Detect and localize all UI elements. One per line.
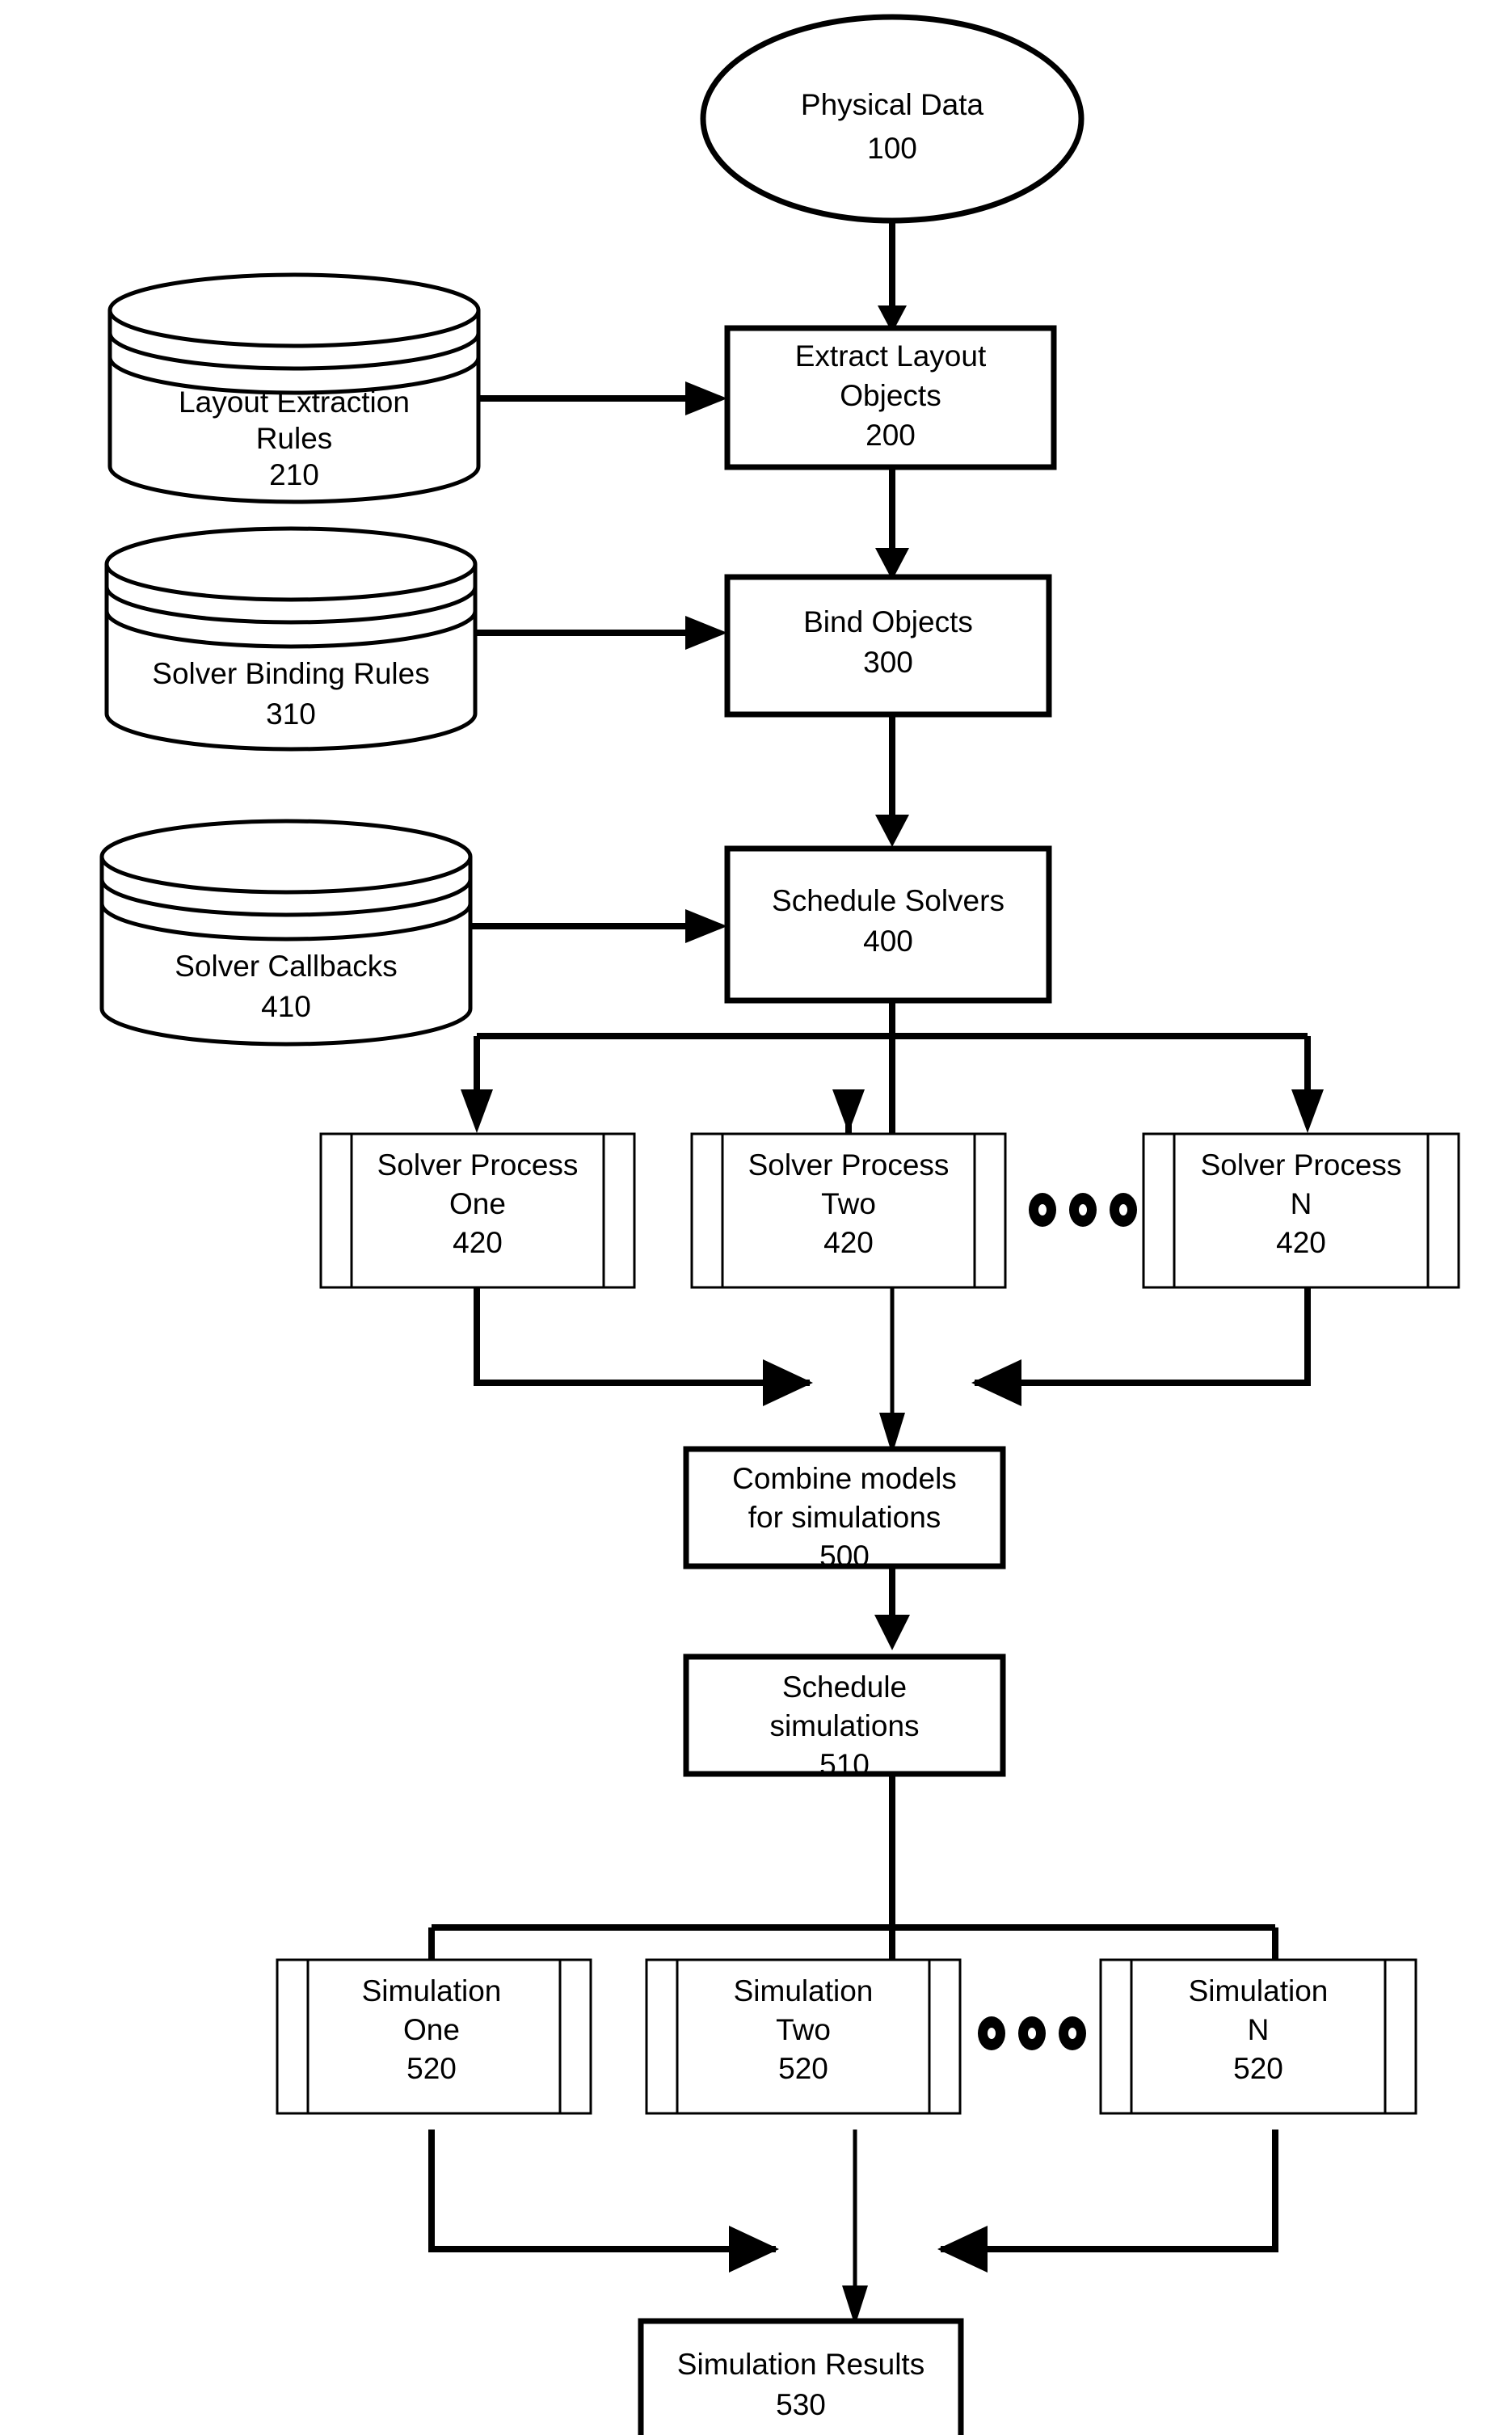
combine-models-label-line2: for simulations	[748, 1501, 941, 1534]
node-solver-binding-rules[interactable]: Solver Binding Rules 310	[104, 526, 478, 752]
edge-callbacks-to-schedule-solvers	[470, 909, 727, 943]
edge-combine-to-schedule-sims	[874, 1566, 910, 1650]
physical-data-label-line2: 100	[867, 132, 917, 165]
node-solver-process-one[interactable]: Solver Process One 420	[319, 1132, 636, 1289]
node-solver-process-two[interactable]: Solver Process Two 420	[690, 1132, 1007, 1289]
bind-objects-label-line2: 300	[863, 646, 913, 679]
simulation-n-label-line2: N	[1248, 2013, 1270, 2046]
node-physical-data[interactable]: Physical Data 100	[700, 14, 1085, 224]
node-solver-process-n[interactable]: Solver Process N 420	[1142, 1132, 1460, 1289]
solver-process-two-label-line3: 420	[823, 1226, 874, 1259]
schedule-solvers-label-line2: 400	[863, 925, 913, 958]
simulation-n-label-line1: Simulation	[1189, 1974, 1329, 2007]
binding-rules-label-line1: Solver Binding Rules	[152, 657, 429, 690]
callbacks-label-line2: 410	[261, 990, 311, 1023]
solver-process-n-label-line3: 420	[1276, 1226, 1326, 1259]
simulation-one-label-line2: One	[403, 2013, 460, 2046]
layout-rules-label-line1: Layout Extraction	[179, 385, 410, 419]
node-simulation-n[interactable]: Simulation N 520	[1099, 1958, 1417, 2115]
solver-process-two-label-line2: Two	[821, 1187, 876, 1220]
edge-simulations-merge	[428, 2130, 1278, 2326]
simulation-two-label-line2: Two	[776, 2013, 831, 2046]
binding-rules-label-line2: 310	[266, 697, 316, 731]
node-layout-extraction-rules[interactable]: Layout Extraction Rules 210	[107, 272, 481, 504]
solver-process-one-label-line3: 420	[453, 1226, 503, 1259]
flowchart-diagram: Physical Data 100 Layout Extraction Rule…	[0, 0, 1512, 2435]
edge-physical-data-to-extract	[878, 215, 907, 333]
solver-process-two-label-line1: Solver Process	[748, 1148, 950, 1182]
solver-process-n-label-line2: N	[1291, 1187, 1312, 1220]
callbacks-label-line1: Solver Callbacks	[175, 950, 398, 983]
solver-process-n-label-line1: Solver Process	[1201, 1148, 1402, 1182]
schedule-solvers-label-line1: Schedule Solvers	[772, 884, 1004, 917]
node-combine-models[interactable]: Combine models for simulations 500	[683, 1446, 1006, 1573]
schedule-simulations-label-line2: simulations	[769, 1709, 919, 1742]
simulation-one-label-line3: 520	[406, 2052, 457, 2085]
layout-rules-label-line2: Rules	[256, 422, 333, 455]
edge-binding-rules-to-bind	[475, 616, 727, 650]
solver-process-one-label-line1: Solver Process	[377, 1148, 579, 1182]
simulation-results-label-line2: 530	[776, 2388, 826, 2421]
edge-layout-rules-to-extract	[478, 381, 727, 415]
node-extract-layout-objects[interactable]: Extract Layout Objects 200	[724, 325, 1057, 470]
node-bind-objects[interactable]: Bind Objects 300	[724, 574, 1052, 718]
combine-models-label-line1: Combine models	[732, 1462, 957, 1495]
layout-rules-cylinder-top	[107, 272, 481, 348]
schedule-simulations-label-line1: Schedule	[782, 1670, 907, 1704]
physical-data-label-line1: Physical Data	[801, 88, 984, 121]
node-solver-callbacks[interactable]: Solver Callbacks 410	[99, 819, 473, 1047]
extract-layout-objects-label-line1: Extract Layout	[795, 339, 987, 373]
bind-objects-label-line1: Bind Objects	[803, 605, 973, 638]
simulation-n-label-line3: 520	[1233, 2052, 1283, 2085]
solver-process-one-label-line2: One	[449, 1187, 506, 1220]
edge-solver-processes-merge	[474, 1287, 1311, 1455]
simulation-two-label-line3: 520	[778, 2052, 828, 2085]
edge-extract-to-bind	[875, 467, 909, 580]
solver-ellipsis-icon	[1029, 1193, 1137, 1227]
binding-rules-cylinder-top	[104, 526, 478, 602]
simulation-results-label-line1: Simulation Results	[677, 2348, 924, 2381]
callbacks-cylinder-top	[99, 819, 473, 895]
simulation-two-label-line1: Simulation	[734, 1974, 874, 2007]
combine-models-label-line3: 500	[819, 1540, 870, 1573]
extract-layout-objects-label-line3: 200	[866, 419, 916, 452]
node-schedule-solvers[interactable]: Schedule Solvers 400	[724, 845, 1052, 1004]
simulation-one-label-line1: Simulation	[362, 1974, 502, 2007]
node-schedule-simulations[interactable]: Schedule simulations 510	[683, 1654, 1006, 1781]
flowchart-canvas: Physical Data 100 Layout Extraction Rule…	[99, 14, 1460, 2435]
edge-bind-to-schedule-solvers	[875, 706, 909, 847]
layout-rules-label-line3: 210	[269, 458, 319, 491]
simulation-ellipsis-icon	[978, 2016, 1086, 2050]
schedule-simulations-label-line3: 510	[819, 1748, 870, 1781]
extract-layout-objects-label-line2: Objects	[840, 379, 941, 412]
node-simulation-two[interactable]: Simulation Two 520	[645, 1958, 962, 2115]
node-simulation-one[interactable]: Simulation One 520	[276, 1958, 592, 2115]
node-simulation-results[interactable]: Simulation Results 530	[638, 2318, 964, 2435]
